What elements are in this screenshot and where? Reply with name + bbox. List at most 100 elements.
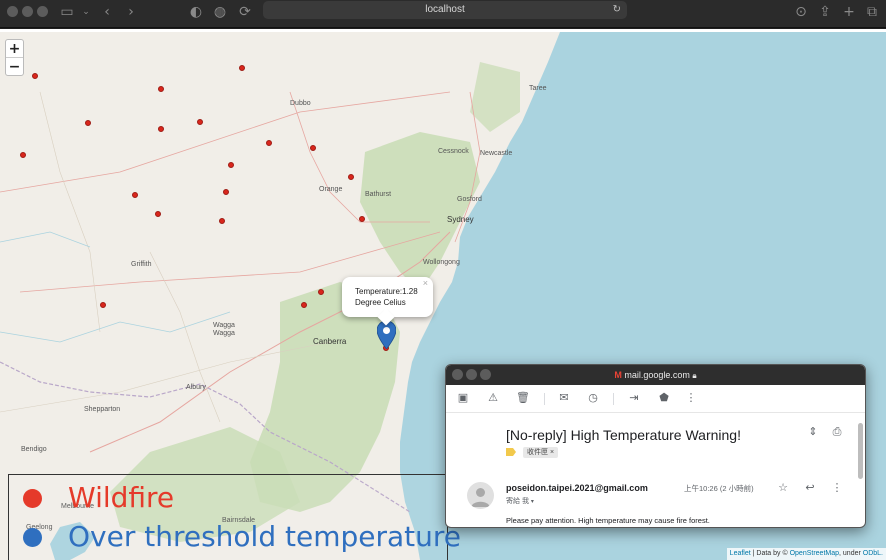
place-label: Albury [186,384,206,391]
email-titlebar: M mail.google.com 🔒︎ [446,365,865,385]
back-icon[interactable]: ‹ [98,3,116,21]
tabs-overview-icon[interactable]: ⧉ [863,3,881,21]
report-spam-icon[interactable]: ⚠ [486,391,500,405]
wildfire-marker[interactable] [158,86,164,92]
zoom-window-button[interactable] [37,6,48,17]
important-marker-icon[interactable] [506,448,516,456]
place-label: Wagga Wagga [213,322,235,337]
email-timestamp: 上午10:26 (2 小時前) [684,484,754,493]
lock-icon: 🔒︎ [692,371,697,380]
email-body: Please pay attention. High temperature m… [506,516,710,525]
chevron-down-icon[interactable]: ⌄ [77,3,95,21]
remove-label-button[interactable]: × [550,449,554,456]
wildfire-marker[interactable] [158,126,164,132]
wildfire-marker[interactable] [318,289,324,295]
wildfire-marker[interactable] [219,218,225,224]
chevron-down-icon[interactable]: ▾ [531,499,534,505]
reply-icon[interactable]: ↩ [803,481,817,495]
place-label: Bathurst [365,191,392,198]
place-label: Bendigo [21,446,47,453]
share-icon[interactable]: ⇪ [816,3,834,21]
place-label: Orange [319,186,343,193]
url-text: localhost [425,4,465,15]
label-icon[interactable]: ⬟ [657,391,671,405]
temperature-popup: Temperature:1.28 Degree Celius × [342,277,433,326]
attribution-text: | Data by © [750,550,790,557]
vpn-icon[interactable]: ◍ [211,3,229,21]
place-label: Canberra [313,337,347,346]
reload-icon[interactable]: ↻ [613,1,621,19]
attribution-text: , under [839,550,863,557]
place-label: Dubbo [290,100,311,107]
sender-email[interactable]: poseidon.taipei.2021@gmail.com [506,483,648,493]
window-host-text: mail.google.com [624,370,690,380]
place-label: Taree [529,85,547,92]
popup-temperature-text: Temperature:1.28 [355,287,418,296]
wildfire-marker[interactable] [301,302,307,308]
leaflet-link[interactable]: Leaflet [730,550,751,557]
gmail-icon: M [614,370,622,380]
more-options-icon[interactable]: ⋮ [830,481,844,495]
osm-link[interactable]: OpenStreetMap [790,550,839,557]
wildfire-marker[interactable] [20,152,26,158]
toolbar-divider [544,393,545,405]
place-label: Griffith [131,261,152,268]
wildfire-marker[interactable] [100,302,106,308]
delete-icon[interactable]: 🗑︎ [516,391,530,405]
minimize-window-button[interactable] [22,6,33,17]
place-label: Shepparton [84,406,121,413]
toolbar-divider [613,393,614,405]
wildfire-marker[interactable] [132,192,138,198]
print-icon[interactable]: ⎙ [830,425,844,439]
scrollbar[interactable] [858,423,863,479]
star-icon[interactable]: ☆ [776,481,790,495]
wildfire-legend-dot [23,489,42,508]
popup-unit-text: Degree Celius [355,298,406,307]
wildfire-marker[interactable] [359,216,365,222]
mark-unread-icon[interactable]: ✉ [557,391,571,405]
temperature-marker-pin-icon[interactable] [376,320,397,354]
zoom-out-button[interactable]: − [6,58,23,76]
more-options-icon[interactable]: ⋮ [684,391,698,405]
recipient-line[interactable]: 寄給 我 ▾ [506,496,534,506]
wildfire-marker[interactable] [197,119,203,125]
popup-close-button[interactable]: × [423,278,428,289]
move-to-icon[interactable]: ⇥ [627,391,641,405]
extension-icon[interactable]: ⟳ [236,3,254,21]
wildfire-marker[interactable] [85,120,91,126]
email-window: M mail.google.com 🔒︎ ▣ ⚠ 🗑︎ ✉ ◷ ⇥ ⬟ ⋮ [N… [445,364,866,528]
url-bar[interactable]: localhost ↻ [263,1,627,19]
close-window-button[interactable] [7,6,18,17]
wildfire-marker[interactable] [223,189,229,195]
map-attribution: Leaflet | Data by © OpenStreetMap, under… [726,548,886,560]
wildfire-marker[interactable] [228,162,234,168]
place-label: Sydney [447,215,474,224]
new-tab-icon[interactable]: + [840,3,858,21]
zoom-in-button[interactable]: + [6,40,23,58]
archive-icon[interactable]: ▣ [456,391,470,405]
wildfire-marker[interactable] [32,73,38,79]
wildfire-marker[interactable] [239,65,245,71]
download-icon[interactable]: ⊙ [792,3,810,21]
place-label: Wollongong [423,259,460,266]
inbox-label-text: 收件匣 [527,449,548,456]
wildfire-marker[interactable] [155,211,161,217]
place-label: Cessnock [438,148,469,155]
threshold-legend-label: Over threshold temperature [68,520,462,553]
sender-avatar[interactable] [467,482,494,509]
email-toolbar: ▣ ⚠ 🗑︎ ✉ ◷ ⇥ ⬟ ⋮ [446,385,865,413]
wildfire-marker[interactable] [266,140,272,146]
sidebar-icon[interactable]: ▭ [58,3,76,21]
place-label: Gosford [457,196,482,203]
legend: Wildfire Over threshold temperature [8,474,461,560]
snooze-icon[interactable]: ◷ [586,391,600,405]
odbl-link[interactable]: ODbL. [863,550,883,557]
threshold-legend-dot [23,528,42,547]
privacy-icon[interactable]: ◐ [187,3,205,21]
email-subject: [No-reply] High Temperature Warning! [506,427,741,443]
forward-icon[interactable]: › [122,3,140,21]
wildfire-marker[interactable] [310,145,316,151]
expand-collapse-icon[interactable]: ⇕ [806,425,820,439]
wildfire-marker[interactable] [348,174,354,180]
window-host: M mail.google.com 🔒︎ [446,365,865,386]
